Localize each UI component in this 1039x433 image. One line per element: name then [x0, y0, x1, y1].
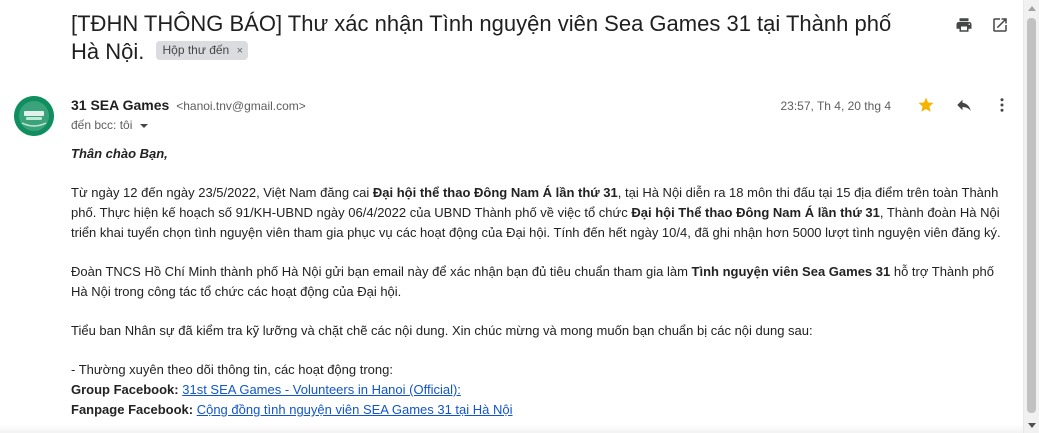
scroll-down-arrow-icon[interactable] [1024, 418, 1039, 433]
print-icon[interactable] [953, 14, 975, 36]
sender-email: <hanoi.tnv@gmail.com> [176, 99, 306, 113]
fanpage-facebook-line: Fanpage Facebook: Cộng đồng tình nguyện … [71, 400, 1011, 420]
sender-avatar[interactable] [14, 96, 54, 136]
scroll-thumb[interactable] [1027, 18, 1036, 413]
list-intro: - Thường xuyên theo dõi thông tin, các h… [71, 362, 393, 377]
subject-actions [953, 14, 1011, 36]
label-text: Hộp thư đến [162, 42, 230, 57]
more-vertical-icon[interactable] [991, 94, 1013, 116]
vertical-scrollbar[interactable] [1023, 0, 1039, 433]
group-facebook-link[interactable]: 31st SEA Games - Volunteers in Hanoi (Of… [182, 382, 461, 397]
group-facebook-line: Group Facebook: 31st SEA Games - Volunte… [71, 380, 1011, 400]
star-icon[interactable] [915, 94, 937, 116]
follow-list: - Thường xuyên theo dõi thông tin, các h… [71, 360, 1011, 420]
chevron-down-icon[interactable] [139, 121, 149, 131]
greeting: Thân chào Bạn, [71, 146, 168, 161]
open-in-new-window-icon[interactable] [989, 14, 1011, 36]
scroll-up-arrow-icon[interactable] [1024, 0, 1039, 15]
email-view: [TĐHN THÔNG BÁO] Thư xác nhận Tình nguyệ… [0, 0, 1039, 433]
fanpage-facebook-link[interactable]: Cộng đồng tình nguyện viên SEA Games 31 … [197, 402, 513, 417]
recipient-text: đến bcc: tôi [71, 118, 133, 132]
fanpage-facebook-label: Fanpage Facebook: [71, 402, 194, 417]
reply-icon[interactable] [953, 94, 975, 116]
inbox-label-chip[interactable]: Hộp thư đến × [156, 40, 249, 60]
message-actions [915, 94, 1013, 116]
email-body: Thân chào Bạn, Từ ngày 12 đến ngày 23/5/… [71, 144, 1011, 420]
recipient-details[interactable]: đến bcc: tôi [71, 117, 149, 133]
body-paragraph-3: Tiểu ban Nhân sự đã kiểm tra kỹ lưỡng và… [71, 323, 813, 338]
body-paragraph-2: Đoàn TNCS Hồ Chí Minh thành phố Hà Nội g… [71, 264, 994, 299]
sender-info: 31 SEA Games <hanoi.tnv@gmail.com> [71, 96, 306, 115]
group-facebook-label: Group Facebook: [71, 382, 179, 397]
bottom-divider [0, 425, 1024, 433]
email-subject: [TĐHN THÔNG BÁO] Thư xác nhận Tình nguyệ… [71, 10, 921, 66]
body-paragraph-1: Từ ngày 12 đến ngày 23/5/2022, Việt Nam … [71, 185, 1001, 240]
email-date: 23:57, Th 4, 20 thg 4 [780, 99, 891, 113]
sender-name[interactable]: 31 SEA Games [71, 97, 169, 113]
remove-label-button[interactable]: × [237, 45, 243, 57]
